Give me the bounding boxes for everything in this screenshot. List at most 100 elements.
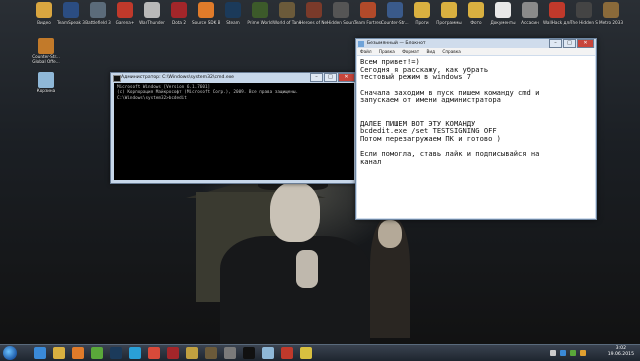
minimize-button[interactable]: – bbox=[549, 39, 562, 48]
desktop-icon-label: Team Fortress 2 bbox=[354, 20, 382, 25]
cmd-title-bar[interactable]: Администратор: C:\Windows\system32\cmd.e… bbox=[111, 73, 357, 82]
desktop-icon[interactable]: Prime World bbox=[246, 2, 274, 38]
app-shortcut-icon bbox=[252, 2, 268, 18]
desktop-icon-label: Metro 2033 bbox=[598, 20, 623, 25]
desktop-icon[interactable]: WarThunder bbox=[138, 2, 166, 38]
minimize-button[interactable]: – bbox=[310, 73, 323, 82]
desktop-icon[interactable]: Steam bbox=[219, 2, 247, 38]
desktop-icon[interactable]: Team Fortress 2 bbox=[354, 2, 382, 38]
app-shortcut-icon bbox=[522, 2, 538, 18]
app-shortcut-icon bbox=[360, 2, 376, 18]
text-line: тестовый режим в windows 7 bbox=[360, 72, 472, 82]
desktop-icon[interactable]: Фото bbox=[462, 2, 490, 38]
maximize-button[interactable]: □ bbox=[563, 39, 576, 48]
desktop-icon[interactable]: World of Tanks bbox=[273, 2, 301, 38]
notepad-window[interactable]: Безымянный — Блокнот – □ ✕ Файл Правка Ф… bbox=[355, 38, 597, 220]
desktop-icon[interactable]: TeamSpeak 3 Client bbox=[57, 2, 85, 38]
app-shortcut-icon bbox=[387, 2, 403, 18]
close-button[interactable]: ✕ bbox=[338, 73, 355, 82]
skype-icon[interactable] bbox=[129, 347, 141, 359]
desktop-icon[interactable]: Hidden Source bbox=[327, 2, 355, 38]
desktop-icon[interactable]: Программы bbox=[435, 2, 463, 38]
tray-icon[interactable] bbox=[560, 350, 566, 356]
app-shortcut-icon bbox=[333, 2, 349, 18]
app-icon[interactable] bbox=[224, 347, 236, 359]
app-shortcut-icon bbox=[36, 2, 52, 18]
desktop-icon-label: WarThunder bbox=[139, 20, 165, 25]
menu-view[interactable]: Вид bbox=[427, 49, 436, 54]
text-line: Потом перезагружаем ПК и готово ) bbox=[360, 133, 501, 143]
desktop-icon-label: Hidden Source bbox=[327, 20, 355, 25]
chrome-icon[interactable] bbox=[148, 347, 160, 359]
tray-icon[interactable] bbox=[550, 350, 556, 356]
desktop-icon[interactable]: Ассасин bbox=[516, 2, 544, 38]
menu-format[interactable]: Формат bbox=[402, 49, 419, 54]
cmd-icon[interactable] bbox=[243, 347, 255, 359]
app-shortcut-icon bbox=[306, 2, 322, 18]
app-shortcut-icon bbox=[90, 2, 106, 18]
desktop-icon[interactable]: Garena+ bbox=[111, 2, 139, 38]
desktop-icon[interactable]: Metro 2033 bbox=[597, 2, 625, 38]
desktop-icon-label: World of Tanks bbox=[273, 20, 301, 25]
desktop-icon-label: Ассасин bbox=[521, 20, 539, 25]
notepad-text-area[interactable]: Всем привет!=) Сегодня я расскажу, как у… bbox=[357, 56, 595, 218]
app-shortcut-icon bbox=[171, 2, 187, 18]
cmd-window[interactable]: Администратор: C:\Windows\system32\cmd.e… bbox=[110, 72, 358, 184]
desktop-icon[interactable]: Проги bbox=[408, 2, 436, 38]
cmd-window-buttons: – □ ✕ bbox=[309, 73, 355, 82]
bandicam-icon[interactable] bbox=[281, 347, 293, 359]
app-shortcut-icon bbox=[468, 2, 484, 18]
menu-help[interactable]: Справка bbox=[442, 49, 460, 54]
desktop-icon[interactable]: Battlefield 3 bbox=[84, 2, 112, 38]
app-shortcut-icon bbox=[576, 2, 592, 18]
tray-icon[interactable] bbox=[570, 350, 576, 356]
desktop-icon[interactable]: Видео bbox=[30, 2, 58, 38]
notepad-icon bbox=[358, 41, 364, 47]
clock[interactable]: 3:02 19.06.2015 bbox=[608, 346, 634, 358]
desktop-icon[interactable]: Counter-Str... 1.6 bbox=[381, 2, 409, 38]
wallpaper-figure-body bbox=[220, 236, 370, 346]
desktop-icon-label: The Hidden Source bbox=[570, 20, 598, 25]
desktop-icon-label: Проги bbox=[415, 20, 429, 25]
menu-edit[interactable]: Правка bbox=[379, 49, 395, 54]
desktop-icon-label: Корзина bbox=[36, 88, 56, 93]
desktop-icon[interactable]: WallHack для CSS v34 bbox=[543, 2, 571, 38]
desktop-icon-label: Prime World bbox=[247, 20, 273, 25]
fraps-icon[interactable] bbox=[300, 347, 312, 359]
start-button[interactable] bbox=[3, 346, 17, 360]
desktop-icon-label: Battlefield 3 bbox=[85, 20, 111, 25]
desktop-icon[interactable]: Документы bbox=[489, 2, 517, 38]
menu-file[interactable]: Файл bbox=[360, 49, 372, 54]
app-shortcut-icon bbox=[495, 2, 511, 18]
utorrent-icon[interactable] bbox=[91, 347, 103, 359]
app-shortcut-icon bbox=[144, 2, 160, 18]
desktop-icon[interactable]: Source SDK Base 2006 bbox=[192, 2, 220, 38]
text-line bbox=[360, 104, 592, 112]
explorer-icon[interactable] bbox=[53, 347, 65, 359]
desktop-icon[interactable]: Heroes of Newerth bbox=[300, 2, 328, 38]
cmd-console[interactable]: Microsoft Windows [Version 6.1.7601] (c)… bbox=[114, 83, 354, 180]
desktop-icon[interactable]: The Hidden Source bbox=[570, 2, 598, 38]
tray-icon[interactable] bbox=[580, 350, 586, 356]
app-shortcut-icon bbox=[441, 2, 457, 18]
steam-icon[interactable] bbox=[110, 347, 122, 359]
wallpaper-figure-hand bbox=[296, 250, 318, 288]
dota-icon[interactable] bbox=[167, 347, 179, 359]
text-line: канал bbox=[360, 156, 382, 166]
desktop-icon-recycle-bin[interactable]: Корзина bbox=[30, 72, 62, 93]
maximize-button[interactable]: □ bbox=[324, 73, 337, 82]
desktop-icon[interactable]: Dota 2 bbox=[165, 2, 193, 38]
ie-icon[interactable] bbox=[34, 347, 46, 359]
notepad-icon[interactable] bbox=[262, 347, 274, 359]
desktop-icon-csgo[interactable]: Counter-Str... Global Offe... bbox=[30, 38, 62, 64]
desktop-icon-label: Программы bbox=[436, 20, 462, 25]
wallpaper-second-figure-head bbox=[378, 220, 402, 248]
wot-icon[interactable] bbox=[205, 347, 217, 359]
desktop-icon-label: Source SDK Base 2006 bbox=[192, 20, 220, 25]
text-line: Если помогла, ставь лайк и подписывайся … bbox=[360, 149, 540, 159]
close-button[interactable]: ✕ bbox=[577, 39, 594, 48]
app-shortcut-icon bbox=[198, 2, 214, 18]
media-player-icon[interactable] bbox=[72, 347, 84, 359]
game-icon[interactable] bbox=[186, 347, 198, 359]
notepad-title-bar[interactable]: Безымянный — Блокнот – □ ✕ bbox=[356, 39, 596, 48]
